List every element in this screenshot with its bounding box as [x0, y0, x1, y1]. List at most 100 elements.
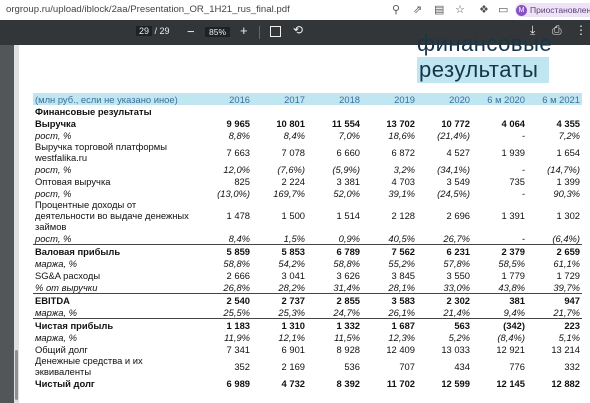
extensions-icon[interactable]: ❖ — [479, 3, 489, 17]
table-row: Валовая прибыль 5 859 5 853 6 789 7 562 6 231… — [33, 245, 582, 258]
row-label: Чистый долг — [35, 377, 95, 389]
table-cell: 1 687 — [391, 319, 415, 331]
row-label: SG&A расходы — [35, 269, 101, 281]
table-cell: 12,3% — [388, 331, 415, 343]
table-cell: 947 — [564, 294, 580, 306]
table-cell: 352 — [234, 360, 250, 372]
table-cell: 1 391 — [501, 210, 525, 221]
slide-title-line1: финансовые — [417, 31, 553, 56]
table-cell: 3 549 — [446, 175, 470, 187]
table-cell: 434 — [454, 360, 470, 372]
table-row: рост, % 8,4% 1,5% 0,9% 40,5% 26,7% - (6,4%) — [33, 232, 582, 245]
table-cell — [362, 105, 417, 117]
table-cell: 10 801 — [276, 117, 305, 129]
table-cell: 5 853 — [281, 245, 305, 257]
table-cell: 4 355 — [556, 117, 580, 129]
table-cell — [527, 105, 582, 117]
table-cell: 13 702 — [386, 117, 415, 129]
row-label: Оптовая выручка — [35, 175, 111, 187]
table-cell: 735 — [509, 175, 525, 187]
sidebar-icon[interactable]: ▭ — [498, 3, 508, 17]
row-label: Финансовые результаты — [35, 105, 152, 117]
table-cell: 6 872 — [391, 146, 415, 158]
table-cell: 7,2% — [558, 129, 580, 141]
table-row: % от выручки 26,8% 28,2% 31,4% 28,1% 33,0% 43,… — [33, 281, 582, 294]
zoom-in-button[interactable]: + — [240, 23, 248, 38]
table-cell: 2 169 — [281, 360, 305, 372]
table-cell: - — [521, 163, 525, 175]
table-cell: 10 772 — [441, 117, 470, 129]
table-cell — [472, 105, 527, 117]
table-cell: 33,0% — [417, 281, 472, 294]
table-cell: 4 732 — [281, 377, 305, 389]
table-cell: (34,1%) — [437, 163, 470, 175]
table-cell: 61,1% — [553, 257, 580, 269]
avatar: M — [516, 5, 527, 17]
row-label: Денежные средства и их эквиваленты — [35, 355, 143, 377]
header-units-label: (млн руб., если не указано иное) — [33, 93, 197, 105]
table-cell: 21,4% — [417, 306, 472, 319]
zoom-out-button[interactable]: − — [187, 24, 195, 39]
table-row: маржа, % 58,8% 54,2% 58,8% 55,2% 57,8% 58,5% 61… — [33, 257, 582, 269]
zoom-icon[interactable]: ⚲ — [392, 3, 400, 17]
read-mode-icon[interactable]: ▤ — [434, 3, 444, 17]
column-header: 2017 — [252, 93, 307, 105]
table-row: Общий долг 7 341 6 901 8 928 12 409 13 033 12 … — [33, 343, 582, 355]
url-text[interactable]: orgroup.ru/upload/iblock/2aa/Presentatio… — [6, 4, 290, 15]
table-body: Финансовые результаты Выручка 9 965 10 801 1… — [33, 105, 582, 389]
table-cell: 52,0% — [333, 187, 360, 199]
table-cell — [252, 105, 307, 117]
table-cell: 7 562 — [391, 245, 415, 257]
viewer-background — [0, 45, 14, 403]
table-cell: 4 703 — [391, 175, 415, 187]
table-cell: 1 310 — [281, 319, 305, 331]
table-cell: 12 409 — [386, 343, 415, 355]
table-cell: 3 550 — [446, 269, 470, 281]
table-cell: 381 — [509, 294, 525, 306]
table-row: рост, % 12,0% (7,6%) (5,9%) 3,2% (34,1%) - (14,… — [33, 163, 582, 175]
page-number-input[interactable]: 29 — [136, 26, 153, 36]
table-cell: 7,0% — [338, 129, 360, 141]
table-cell: 57,8% — [443, 257, 470, 269]
table-cell: (8,4%) — [497, 331, 525, 343]
table-cell: 11,5% — [334, 331, 360, 343]
row-label: Выручка — [35, 117, 76, 129]
table-cell: 12 599 — [441, 377, 470, 389]
table-cell: 707 — [399, 360, 415, 372]
rotate-icon[interactable]: ⟲ — [293, 23, 303, 37]
browser-address-bar[interactable]: orgroup.ru/upload/iblock/2aa/Presentatio… — [0, 0, 590, 21]
scrollbar-thumb[interactable] — [15, 350, 18, 400]
table-cell: 2 659 — [556, 245, 580, 257]
table-cell: 0,9% — [307, 232, 362, 245]
table-row: рост, % 8,8% 8,4% 7,0% 18,6% (21,4%) - 7,2% — [33, 129, 582, 141]
row-label: EBITDA — [35, 294, 70, 306]
table-cell: 6 989 — [226, 377, 250, 389]
fit-page-icon[interactable] — [270, 26, 281, 37]
table-row: Выручка торговой платформы westfalika.ru… — [33, 141, 582, 163]
table-cell: (13,0%) — [217, 187, 250, 199]
row-label: маржа, % — [35, 331, 77, 343]
table-row: Оптовая выручка 825 2 224 3 381 4 703 3 549 73… — [33, 175, 582, 187]
table-cell: 1 332 — [336, 319, 360, 331]
table-cell: 8,4% — [197, 232, 252, 245]
zoom-level-input[interactable]: 85% — [205, 27, 231, 37]
table-cell: 13 214 — [551, 343, 580, 355]
table-cell: 26,8% — [197, 281, 252, 294]
share-icon[interactable]: ⇗ — [413, 3, 422, 17]
table-cell: 25,3% — [252, 306, 307, 319]
toolbar-divider — [259, 26, 260, 39]
table-cell: 3 041 — [281, 269, 305, 281]
table-cell: 9 965 — [226, 117, 250, 129]
table-cell: 2 224 — [281, 175, 305, 187]
table-cell: 2 666 — [226, 269, 250, 281]
star-icon[interactable]: ☆ — [455, 3, 465, 17]
row-label: маржа, % — [33, 306, 197, 319]
table-cell: 3 583 — [391, 294, 415, 306]
profile-button[interactable]: M Приостановлена — [515, 3, 590, 17]
table-cell: 28,2% — [252, 281, 307, 294]
table-cell: 8,8% — [228, 129, 250, 141]
table-cell: 1 939 — [501, 146, 525, 158]
table-row: Финансовые результаты — [33, 105, 582, 117]
table-cell: 8 392 — [336, 377, 360, 389]
table-row: Выручка 9 965 10 801 11 554 13 702 10 772 4 06… — [33, 117, 582, 129]
